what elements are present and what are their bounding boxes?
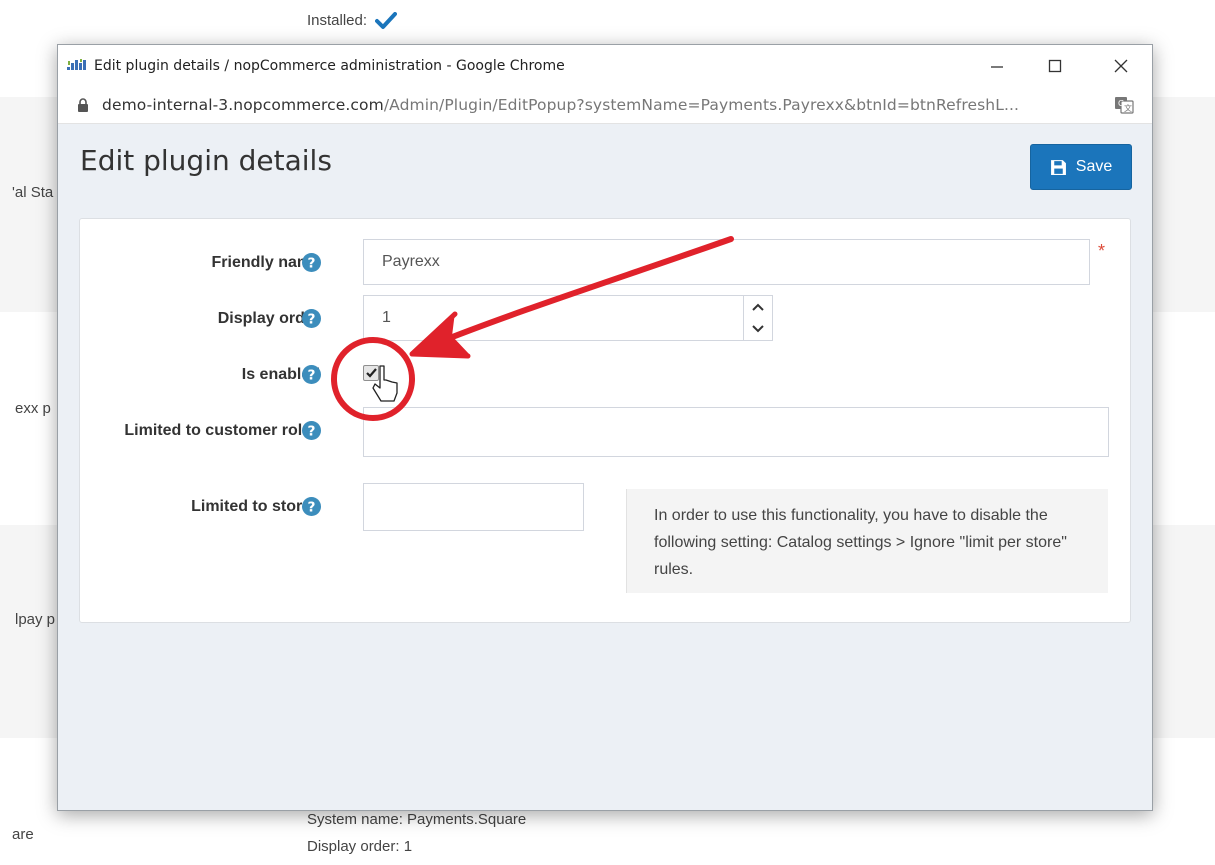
question-circle-icon[interactable]: ?: [302, 309, 321, 328]
window-titlebar[interactable]: Edit plugin details / nopCommerce admini…: [58, 45, 1152, 87]
customer-roles-select[interactable]: [363, 407, 1109, 457]
address-bar[interactable]: demo-internal-3.nopcommerce.com/Admin/Pl…: [58, 87, 1152, 124]
maximize-button[interactable]: [1032, 45, 1078, 87]
close-button[interactable]: [1098, 45, 1144, 87]
is-enabled-checkbox[interactable]: [363, 365, 379, 381]
close-icon: [1114, 59, 1128, 73]
url-text[interactable]: demo-internal-3.nopcommerce.com/Admin/Pl…: [102, 96, 1019, 114]
checkmark-icon: [365, 368, 377, 378]
svg-text:?: ?: [308, 423, 316, 439]
stores-note: In order to use this functionality, you …: [626, 489, 1108, 593]
nopcommerce-icon: [67, 59, 86, 70]
translate-icon[interactable]: G 文: [1114, 96, 1134, 114]
svg-text:?: ?: [308, 255, 316, 271]
checkmark-icon: [375, 12, 398, 30]
friendly-name-input[interactable]: [363, 239, 1090, 285]
plugin-form-card: Friendly name ? * Display order ?: [79, 218, 1131, 623]
page-title: Edit plugin details: [80, 144, 332, 177]
save-button[interactable]: Save: [1030, 144, 1132, 190]
bg-installed-row: Installed:: [307, 12, 398, 30]
bg-installed-label: Installed:: [307, 12, 368, 29]
floppy-disk-icon: [1050, 159, 1066, 175]
svg-text:?: ?: [308, 311, 316, 327]
question-circle-icon[interactable]: ?: [302, 365, 321, 384]
stores-select[interactable]: [363, 483, 584, 531]
question-circle-icon[interactable]: ?: [302, 253, 321, 272]
stores-label: Limited to stores: [191, 498, 320, 515]
display-order-spinner: [743, 295, 773, 341]
chevron-up-icon: [752, 303, 764, 311]
minimize-icon: [991, 66, 1003, 68]
svg-text:?: ?: [308, 367, 316, 383]
chevron-down-icon: [752, 325, 764, 333]
bg-fragment: are: [12, 826, 34, 843]
minimize-button[interactable]: [974, 45, 1020, 87]
increment-button[interactable]: [744, 296, 772, 318]
bg-display-order: Display order: 1: [307, 838, 413, 855]
lock-icon: [78, 98, 88, 112]
display-order-input[interactable]: [363, 295, 744, 341]
window-title: Edit plugin details / nopCommerce admini…: [94, 58, 565, 74]
customer-roles-label-text: Limited to customer roles: [124, 422, 320, 439]
required-mark: *: [1098, 241, 1106, 261]
url-path: /Admin/Plugin/EditPopup?systemName=Payme…: [383, 96, 1020, 114]
save-label: Save: [1075, 158, 1113, 175]
bg-system-name: System name: Payments.Square: [307, 811, 527, 828]
question-circle-icon[interactable]: ?: [302, 497, 321, 516]
url-host: demo-internal-3.nopcommerce.com: [102, 96, 384, 114]
bg-fragment: lpay p: [15, 611, 56, 628]
bg-fragment: exx p: [15, 400, 51, 417]
maximize-icon: [1048, 59, 1062, 73]
customer-roles-label: Limited to customer roles: [120, 417, 320, 444]
decrement-button[interactable]: [744, 318, 772, 340]
question-circle-icon[interactable]: ?: [302, 421, 321, 440]
popup-window: Edit plugin details / nopCommerce admini…: [57, 44, 1153, 811]
popup-content: Edit plugin details Save Friendly name ?…: [58, 124, 1152, 810]
svg-text:文: 文: [1124, 103, 1132, 113]
svg-text:?: ?: [308, 499, 316, 515]
bg-fragment: 'al Sta: [12, 184, 54, 201]
